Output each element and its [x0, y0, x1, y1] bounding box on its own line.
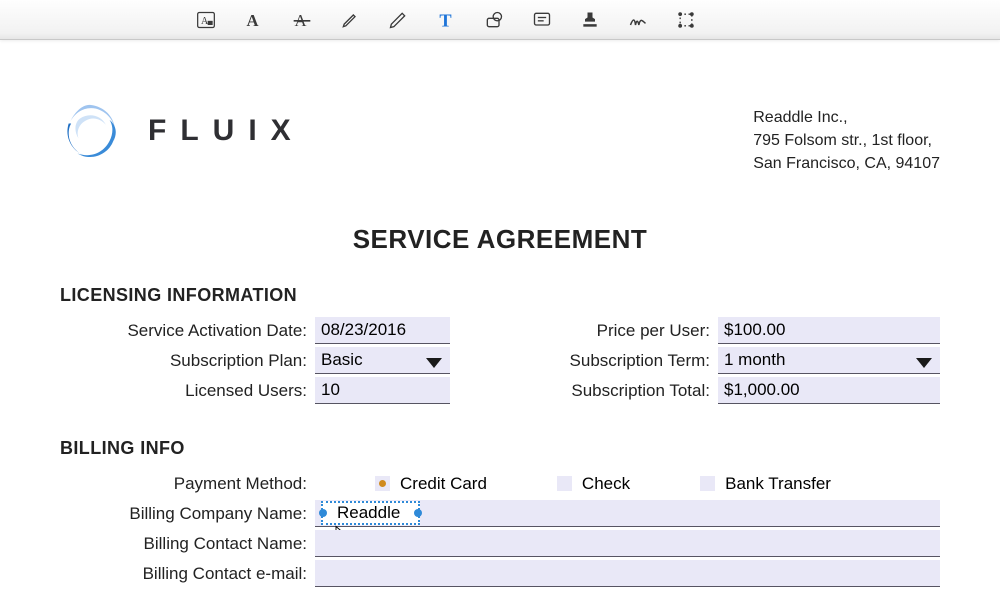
licensed-users-label: Licensed Users:: [60, 381, 315, 401]
text-strike-icon[interactable]: A: [291, 9, 313, 31]
document-page: FLUIX Readdle Inc., 795 Folsom str., 1st…: [0, 40, 1000, 589]
highlighter-icon[interactable]: [339, 9, 361, 31]
text-tool-icon[interactable]: T: [435, 9, 457, 31]
company-address: Readdle Inc., 795 Folsom str., 1st floor…: [753, 100, 940, 176]
svg-text:A: A: [247, 10, 259, 29]
note-icon[interactable]: [531, 9, 553, 31]
activation-date-label: Service Activation Date:: [60, 321, 315, 341]
subscription-total-field[interactable]: $1,000.00: [718, 377, 940, 404]
svg-text:T: T: [439, 10, 451, 29]
pen-icon[interactable]: [387, 9, 409, 31]
payment-check-label: Check: [582, 474, 630, 494]
document-title: SERVICE AGREEMENT: [60, 224, 940, 255]
price-per-user-field[interactable]: $100.00: [718, 317, 940, 344]
licensed-users-field[interactable]: 10: [315, 377, 450, 404]
payment-bank-transfer-option[interactable]: Bank Transfer: [700, 474, 831, 494]
licensing-section-heading: LICENSING INFORMATION: [60, 285, 940, 306]
address-line-3: San Francisco, CA, 94107: [753, 152, 940, 175]
company-logo: FLUIX: [60, 100, 305, 162]
billing-contact-email-field[interactable]: [315, 560, 940, 587]
address-line-2: 795 Folsom str., 1st floor,: [753, 129, 940, 152]
radio-icon: [700, 476, 715, 491]
subscription-plan-label: Subscription Plan:: [60, 351, 315, 371]
payment-credit-card-label: Credit Card: [400, 474, 487, 494]
signature-icon[interactable]: [627, 9, 649, 31]
text-edit-box[interactable]: Readdle: [321, 501, 420, 525]
fluix-logo-icon: [60, 100, 122, 162]
subscription-term-select[interactable]: 1 month: [718, 347, 940, 374]
address-line-1: Readdle Inc.,: [753, 106, 940, 129]
resize-handle-right-icon[interactable]: [414, 509, 422, 517]
radio-icon: [557, 476, 572, 491]
resize-handle-left-icon[interactable]: [319, 509, 327, 517]
subscription-total-label: Subscription Total:: [550, 381, 718, 401]
crop-icon[interactable]: [675, 9, 697, 31]
subscription-plan-select[interactable]: Basic: [315, 347, 450, 374]
billing-company-name-field[interactable]: Readdle: [315, 500, 940, 527]
company-name: FLUIX: [148, 114, 305, 148]
payment-credit-card-option[interactable]: Credit Card: [375, 474, 487, 494]
billing-contact-name-label: Billing Contact Name:: [60, 534, 315, 554]
billing-company-name-value: Readdle: [337, 503, 400, 523]
text-appearance-icon[interactable]: A: [243, 9, 265, 31]
activation-date-field[interactable]: 08/23/2016: [315, 317, 450, 344]
billing-section-heading: BILLING INFO: [60, 438, 940, 459]
billing-contact-email-label: Billing Contact e-mail:: [60, 564, 315, 584]
payment-bank-transfer-label: Bank Transfer: [725, 474, 831, 494]
billing-company-name-label: Billing Company Name:: [60, 504, 315, 524]
price-per-user-label: Price per User:: [550, 321, 718, 341]
text-format-icon[interactable]: A: [195, 9, 217, 31]
billing-contact-name-field[interactable]: [315, 530, 940, 557]
subscription-term-label: Subscription Term:: [550, 351, 718, 371]
payment-method-label: Payment Method:: [60, 474, 315, 494]
stamp-icon[interactable]: [579, 9, 601, 31]
annotation-toolbar: A A A T: [0, 0, 1000, 40]
shape-icon[interactable]: [483, 9, 505, 31]
radio-icon: [375, 476, 390, 491]
payment-check-option[interactable]: Check: [557, 474, 630, 494]
